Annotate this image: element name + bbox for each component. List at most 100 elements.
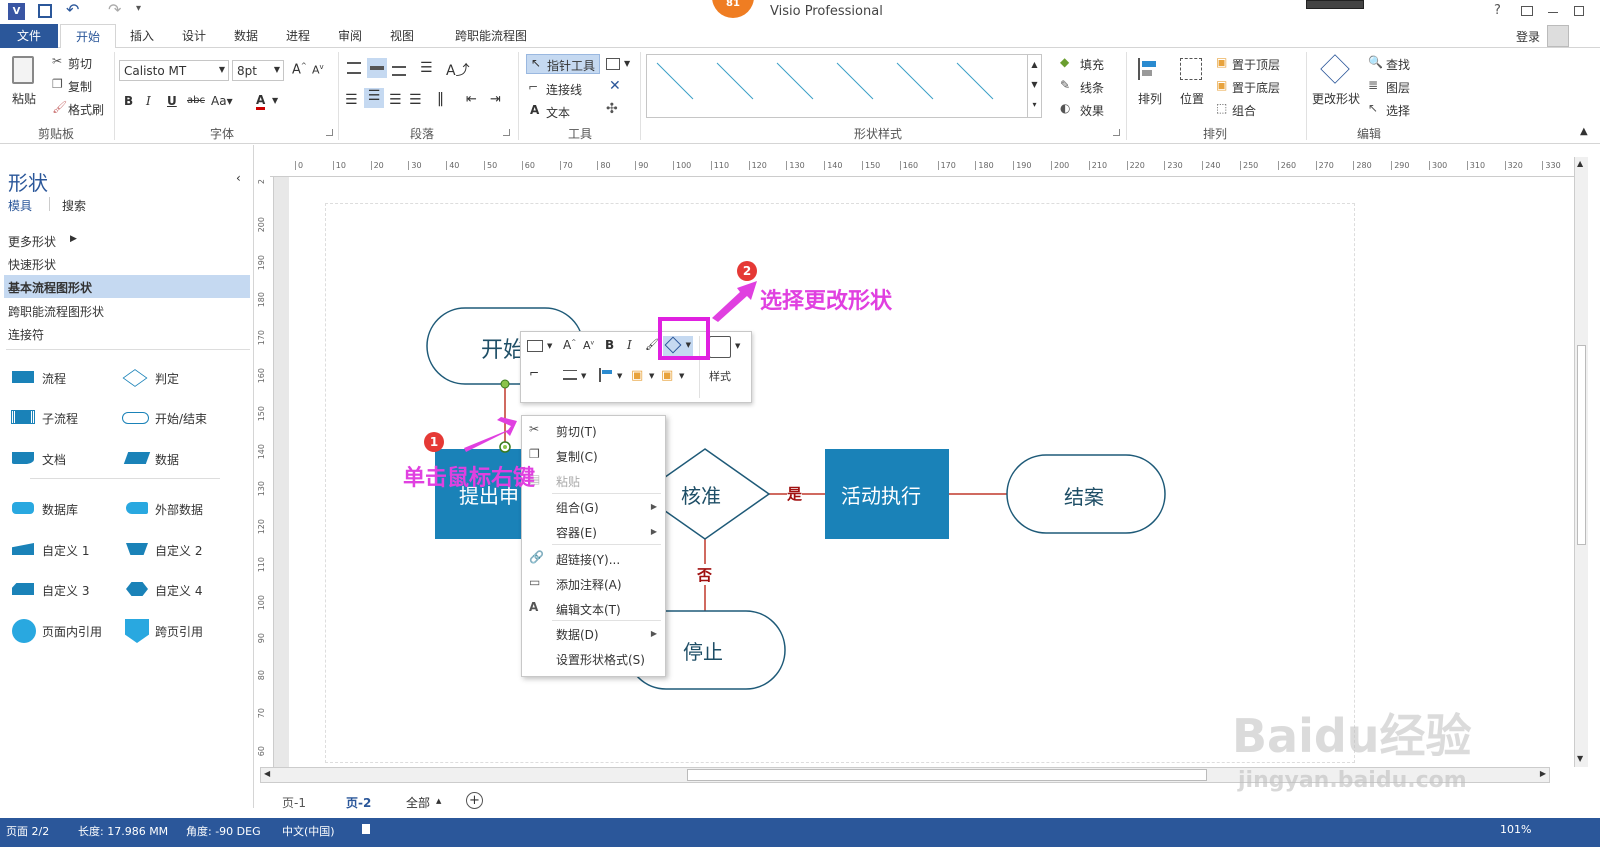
stencil-subprocess[interactable]: 子流程 [42,410,78,427]
italic-icon[interactable]: I [627,338,632,352]
collapse-pane-icon[interactable]: ‹ [236,171,241,185]
line-icon[interactable]: ✎ [1060,78,1070,92]
chevron-down-icon[interactable]: ▼ [581,372,586,380]
data-shape-icon[interactable] [123,452,151,464]
increase-indent-icon[interactable]: ⇥ [490,92,501,107]
format-painter-button[interactable]: 格式刷 [68,101,104,118]
menu-item-paste[interactable]: 粘贴 [556,473,580,490]
stencil-process[interactable]: 流程 [42,370,66,387]
position-button[interactable]: 位置 [1180,90,1204,107]
cut-icon[interactable]: ✂ [52,54,62,68]
text-block-icon[interactable] [527,340,543,352]
style-button-label[interactable]: 样式 [709,368,731,384]
add-page-icon[interactable]: + [466,792,483,809]
maximize-icon[interactable] [1574,6,1584,16]
scroll-right-icon[interactable]: ▶ [1540,769,1546,778]
scroll-thumb[interactable] [1577,345,1586,545]
tab-cross-functional[interactable]: 跨职能流程图 [436,24,546,48]
menu-item-edit-text[interactable]: 编辑文本(T) [556,601,621,618]
custom3-shape-icon[interactable] [12,583,34,595]
paste-button[interactable]: 粘贴 [12,90,36,107]
close-icon[interactable]: ✕ [609,78,621,94]
document-shape-icon[interactable] [12,452,34,464]
chevron-down-icon[interactable]: ▼ [624,59,630,68]
menu-item-group[interactable]: 组合(G) [556,499,599,516]
status-page[interactable]: 页面 2/2 [6,823,49,839]
stencil-custom-1[interactable]: 自定义 1 [42,542,89,559]
custom2-shape-icon[interactable] [126,543,148,555]
select-icon[interactable]: ↖ [1368,101,1378,115]
position-icon[interactable] [1180,58,1202,80]
tab-file[interactable]: 文件 [0,24,58,48]
align-icon[interactable] [1138,58,1160,80]
pointer-tool-button[interactable]: ↖ 指针工具 [526,54,600,74]
save-icon[interactable] [38,4,52,18]
minimize-icon[interactable] [1548,12,1558,13]
text-tool-icon[interactable]: A [530,103,539,117]
font-dialog-launcher-icon[interactable] [326,129,333,136]
custom4-shape-icon[interactable] [126,582,148,596]
strikethrough-icon[interactable]: abc [187,95,205,106]
layers-button[interactable]: 图层 [1386,79,1410,96]
align-top-icon[interactable] [347,62,361,74]
group-icon[interactable]: ⬚ [1216,101,1227,115]
scroll-up-icon[interactable]: ▲ [1577,159,1583,168]
text-direction-icon[interactable]: A⤴ [446,60,470,80]
connector-icon[interactable]: ⌐ [529,366,539,380]
rectangle-tool-icon[interactable] [606,58,620,70]
qat-customize-icon[interactable]: ▾ [136,3,141,14]
style-icon[interactable] [709,336,731,358]
chevron-down-icon[interactable]: ▼ [679,372,684,380]
change-case-icon[interactable]: Aa▾ [211,94,233,108]
decrease-indent-icon[interactable]: ⇤ [466,92,477,107]
find-button[interactable]: 查找 [1386,56,1410,73]
send-back-icon[interactable]: ▣ [661,368,673,383]
tab-stencils[interactable]: 模具 [8,197,32,214]
send-back-icon[interactable]: ▣ [1216,78,1227,92]
paragraph-dialog-launcher-icon[interactable] [503,129,510,136]
database-shape-icon[interactable] [12,502,34,514]
stencil-data[interactable]: 数据 [155,451,179,468]
bring-front-icon[interactable]: ▣ [631,368,643,383]
tab-design[interactable]: 设计 [168,24,220,48]
shape-styles-dialog-launcher-icon[interactable] [1113,129,1120,136]
process-shape-icon[interactable] [12,371,34,383]
sidebar-item-cross-functional[interactable]: 跨职能流程图形状 [8,303,104,320]
cut-button[interactable]: 剪切 [68,55,92,72]
undo-icon[interactable]: ↶ [66,0,79,19]
font-color-icon[interactable]: A [256,93,266,110]
tab-data[interactable]: 数据 [220,24,272,48]
zoom-level[interactable]: 101% [1500,823,1531,836]
italic-icon[interactable]: I [146,94,151,108]
align-left-icon[interactable]: ☰ [345,92,358,108]
align-icon[interactable] [599,368,613,382]
stencil-off-page-reference[interactable]: 跨页引用 [155,623,203,640]
tab-view[interactable]: 视图 [376,24,428,48]
change-shape-icon[interactable] [1320,54,1350,84]
menu-item-format-shape[interactable]: 设置形状格式(S) [556,651,645,668]
tab-insert[interactable]: 插入 [116,24,168,48]
redo-icon[interactable]: ↷ [108,0,121,19]
scroll-left-icon[interactable]: ◀ [264,769,270,778]
sidebar-item-connectors[interactable]: 连接符 [8,326,44,343]
fill-icon[interactable]: ◆ [1060,55,1069,69]
stencil-external-data[interactable]: 外部数据 [155,501,203,518]
scroll-down-icon[interactable]: ▼ [1577,754,1583,763]
line-button[interactable]: 线条 [1080,79,1104,96]
sidebar-item-more-shapes[interactable]: 更多形状 [8,233,56,250]
chevron-down-icon[interactable]: ▼ [547,342,552,350]
copy-icon[interactable]: ❐ [52,77,63,91]
on-page-reference-shape-icon[interactable] [12,619,36,643]
page-tab-2[interactable]: 页-2 [346,794,371,811]
line-weight-icon[interactable] [563,370,577,380]
collapse-ribbon-icon[interactable]: ▲ [1580,126,1588,137]
tab-process[interactable]: 进程 [272,24,324,48]
login-link[interactable]: 登录 [1516,28,1540,45]
format-painter-icon[interactable]: 🖌 [645,338,659,351]
columns-icon[interactable]: ‖ [437,91,444,107]
underline-icon[interactable]: U [167,94,177,108]
align-button[interactable]: 排列 [1138,90,1162,107]
send-back-button[interactable]: 置于底层 [1232,79,1280,96]
ribbon-display-icon[interactable] [1521,6,1533,16]
group-button[interactable]: 组合 [1232,102,1256,119]
